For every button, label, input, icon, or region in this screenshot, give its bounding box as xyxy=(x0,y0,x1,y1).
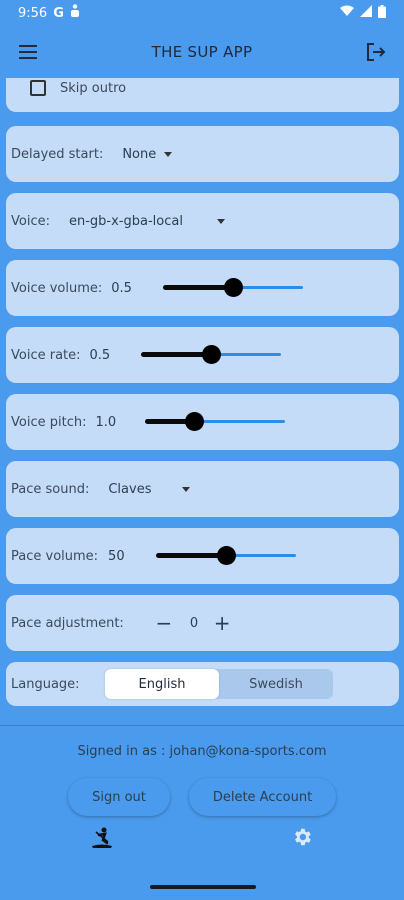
skip-outro-label: Skip outro xyxy=(60,80,127,96)
gear-icon[interactable] xyxy=(291,826,315,850)
language-segmented-control[interactable]: English Swedish xyxy=(105,669,333,699)
wifi-icon xyxy=(340,5,354,21)
signal-icon xyxy=(360,5,372,21)
app-title: THE SUP APP xyxy=(151,43,253,61)
pace-adjustment-row: Pace adjustment: − 0 + xyxy=(6,595,399,651)
voice-rate-value: 0.5 xyxy=(89,347,111,363)
pace-sound-dropdown[interactable]: Claves xyxy=(108,481,191,497)
voice-row: Voice: en-gb-x-gba-local xyxy=(6,193,399,249)
delete-account-button[interactable]: Delete Account xyxy=(189,778,336,816)
settings-list[interactable]: Skip outro Delayed start: None Voice: en… xyxy=(0,78,404,722)
slider-active-track xyxy=(141,352,212,357)
chevron-down-icon xyxy=(216,218,225,224)
delayed-start-label: Delayed start: xyxy=(11,146,104,162)
voice-pitch-row: Voice pitch: 1.0 xyxy=(6,394,399,450)
sign-out-button[interactable]: Sign out xyxy=(68,778,170,816)
language-label: Language: xyxy=(11,676,80,692)
pace-adjustment-label: Pace adjustment: xyxy=(11,615,124,631)
voice-volume-slider[interactable] xyxy=(163,278,303,298)
home-indicator[interactable] xyxy=(150,885,256,889)
chevron-down-icon xyxy=(182,486,191,492)
pace-volume-value: 50 xyxy=(108,548,125,564)
pace-sound-value: Claves xyxy=(108,481,152,497)
status-time: 9:56 xyxy=(18,5,48,21)
pace-volume-slider[interactable] xyxy=(156,546,296,566)
menu-icon[interactable] xyxy=(14,38,42,66)
skip-outro-checkbox[interactable] xyxy=(30,80,46,96)
language-option-swedish[interactable]: Swedish xyxy=(219,669,333,699)
voice-pitch-label: Voice pitch: xyxy=(11,414,87,430)
delayed-start-row: Delayed start: None xyxy=(6,126,399,182)
logout-icon[interactable] xyxy=(362,38,390,66)
pace-sound-label: Pace sound: xyxy=(11,481,90,497)
slider-thumb[interactable] xyxy=(224,278,243,297)
voice-volume-row: Voice volume: 0.5 xyxy=(6,260,399,316)
pace-sound-row: Pace sound: Claves xyxy=(6,461,399,517)
battery-icon xyxy=(378,4,386,22)
voice-volume-label: Voice volume: xyxy=(11,280,103,296)
pace-adjustment-value: 0 xyxy=(189,615,199,631)
slider-active-track xyxy=(163,285,234,290)
accessibility-icon xyxy=(70,4,80,22)
skip-outro-row[interactable]: Skip outro xyxy=(6,78,399,112)
paddler-icon[interactable] xyxy=(90,826,114,850)
language-option-english[interactable]: English xyxy=(105,669,219,699)
delayed-start-value: None xyxy=(122,146,157,162)
status-bar: 9:56 G xyxy=(0,0,404,26)
app-bar: THE SUP APP xyxy=(0,26,404,78)
google-icon: G xyxy=(53,5,64,21)
voice-pitch-value: 1.0 xyxy=(95,414,117,430)
voice-dropdown[interactable]: en-gb-x-gba-local xyxy=(69,214,225,229)
language-row: Language: English Swedish xyxy=(6,662,399,706)
slider-thumb[interactable] xyxy=(217,546,236,565)
slider-thumb[interactable] xyxy=(202,345,221,364)
pace-volume-label: Pace volume: xyxy=(11,548,99,564)
voice-volume-value: 0.5 xyxy=(111,280,132,296)
delayed-start-dropdown[interactable]: None xyxy=(122,146,173,162)
slider-thumb[interactable] xyxy=(185,412,204,431)
footer-divider xyxy=(0,725,404,726)
voice-rate-label: Voice rate: xyxy=(11,347,81,363)
voice-rate-slider[interactable] xyxy=(141,345,281,365)
voice-pitch-slider[interactable] xyxy=(145,412,285,432)
chevron-down-icon xyxy=(164,151,173,157)
voice-value: en-gb-x-gba-local xyxy=(68,213,183,229)
signed-in-text: Signed in as : johan@kona-sports.com xyxy=(77,744,327,759)
pace-volume-row: Pace volume: 50 xyxy=(6,528,399,584)
voice-rate-row: Voice rate: 0.5 xyxy=(6,327,399,383)
slider-active-track xyxy=(156,553,227,558)
voice-label: Voice: xyxy=(11,213,50,229)
decrement-button[interactable]: − xyxy=(154,611,174,635)
increment-button[interactable]: + xyxy=(212,611,232,635)
